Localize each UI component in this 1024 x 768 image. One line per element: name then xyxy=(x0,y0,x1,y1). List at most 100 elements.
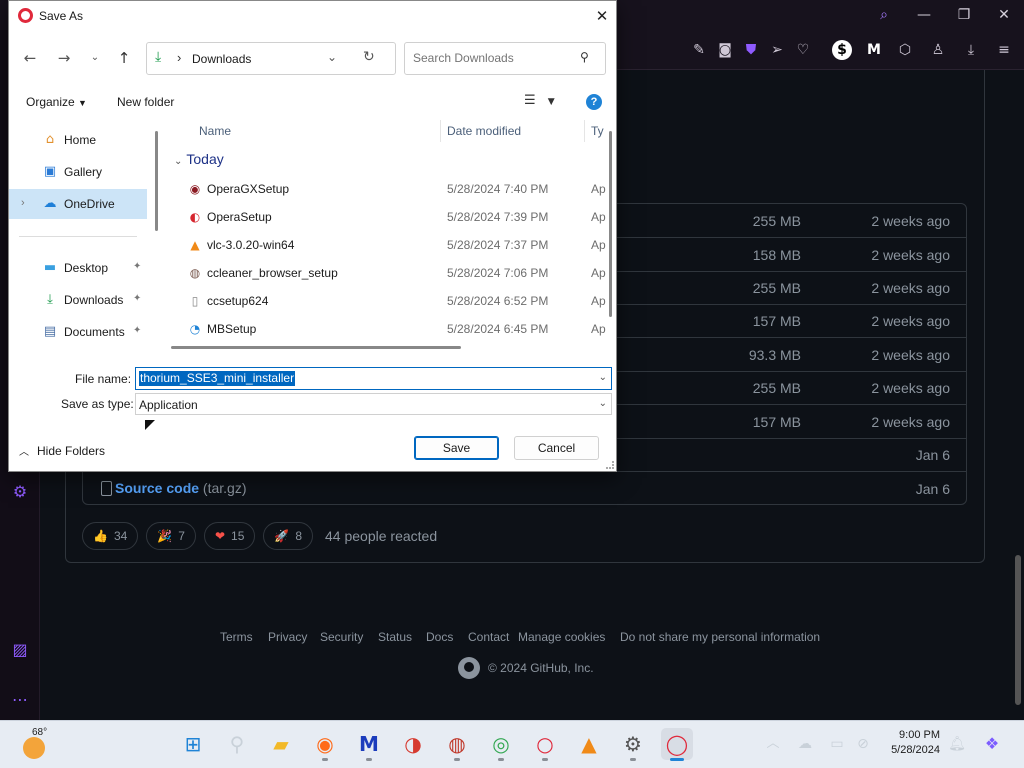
restore-icon[interactable]: ❐ xyxy=(951,4,977,26)
download-icon[interactable]: ⤓ xyxy=(961,40,981,60)
save-button[interactable]: Save xyxy=(414,436,499,460)
nav-item-gallery[interactable]: ▣ Gallery xyxy=(9,157,147,187)
up-icon[interactable]: ↑ xyxy=(113,47,135,69)
cube-icon[interactable]: ⬡ xyxy=(895,40,915,60)
file-row[interactable]: ◍ ccleaner_browser_setup 5/28/2024 7:06 … xyxy=(164,259,609,287)
help-icon[interactable]: ? xyxy=(586,94,602,110)
file-row[interactable]: ▲ vlc-3.0.20-win64 5/28/2024 7:37 PM Ap xyxy=(164,231,609,259)
file-name-field[interactable]: thorium_SSE3_mini_installer ⌄ xyxy=(135,367,612,390)
close-icon[interactable]: ✕ xyxy=(991,4,1017,26)
group-header-today[interactable]: ⌄ Today xyxy=(174,151,224,171)
nav-item-onedrive[interactable]: › ☁ OneDrive xyxy=(9,189,147,219)
shield-icon[interactable]: ⛊ xyxy=(741,40,761,60)
dollar-icon[interactable]: $ xyxy=(832,40,852,60)
new-folder-button[interactable]: New folder xyxy=(117,95,174,109)
page-scroll-thumb[interactable] xyxy=(1015,555,1021,705)
settings-icon[interactable]: ⚙ xyxy=(617,728,649,761)
search-icon[interactable]: ⌕ xyxy=(871,4,897,26)
gallery-icon[interactable]: ▨ xyxy=(8,638,32,662)
footer-link-status[interactable]: Status xyxy=(378,630,412,644)
footer-link-contact[interactable]: Contact xyxy=(468,630,509,644)
nav-item-downloads[interactable]: ⤓ Downloads ✦ xyxy=(9,285,147,315)
collapse-icon[interactable]: ⌄ xyxy=(174,156,182,167)
weather-temp[interactable]: 68° xyxy=(32,727,47,738)
file-list-hscrollbar[interactable] xyxy=(171,346,461,349)
file-row[interactable]: ◉ OperaGXSetup 5/28/2024 7:40 PM Ap xyxy=(164,175,609,203)
chevron-down-icon[interactable]: ⌄ xyxy=(599,372,607,383)
cancel-button[interactable]: Cancel xyxy=(514,436,599,460)
opera-gx-icon[interactable]: ◯ xyxy=(661,728,693,761)
vlc-icon[interactable]: ▲ xyxy=(573,728,605,760)
footer-link-docs[interactable]: Docs xyxy=(426,630,453,644)
search-input[interactable] xyxy=(413,51,573,65)
firefox-icon[interactable]: ◉ xyxy=(309,728,341,761)
save-type-select[interactable]: Application ⌄ xyxy=(135,393,612,415)
malwarebytes-icon[interactable]: M xyxy=(353,728,385,761)
more-icon[interactable]: ⋯ xyxy=(8,688,32,712)
column-name[interactable]: Name xyxy=(199,124,231,150)
chrome-icon[interactable]: ◎ xyxy=(485,728,517,761)
address-bar[interactable]: ⤓ › Downloads ⌄ ↻ xyxy=(146,42,396,75)
footer-link-manage-cookies[interactable]: Manage cookies xyxy=(518,630,605,644)
file-row[interactable]: ◐ OperaSetup 5/28/2024 7:39 PM Ap xyxy=(164,203,609,231)
search-icon[interactable]: ⚲ xyxy=(580,50,589,64)
search-icon[interactable]: ⚲ xyxy=(221,728,253,760)
back-icon[interactable]: ← xyxy=(19,47,41,69)
file-row[interactable]: ▯ ccsetup624 5/28/2024 6:52 PM Ap xyxy=(164,287,609,315)
source-code-link[interactable]: Source code (tar.gz) xyxy=(115,480,247,496)
network-icon[interactable]: ⊘ xyxy=(847,728,879,760)
nav-item-home[interactable]: ⌂ Home xyxy=(9,125,147,155)
reaction-thumbs-up[interactable]: 👍 34 xyxy=(82,522,139,550)
hide-folders-button[interactable]: ︿ Hide Folders xyxy=(19,443,105,458)
account-icon[interactable]: ♙ xyxy=(928,40,948,60)
reaction-rocket[interactable]: 🚀 8 xyxy=(263,522,314,550)
resize-grip-icon[interactable] xyxy=(606,461,614,469)
copilot-icon[interactable]: ❖ xyxy=(976,728,1008,760)
close-icon[interactable]: ✕ xyxy=(591,5,613,27)
forward-icon[interactable]: → xyxy=(53,47,75,69)
asset-row[interactable]: Source code (tar.gz) Jan 6 xyxy=(83,472,966,506)
footer-link-do-not-share[interactable]: Do not share my personal information xyxy=(620,630,820,644)
search-box[interactable]: ⚲ xyxy=(404,42,606,75)
malwarebytes-icon[interactable]: M xyxy=(864,40,884,60)
expand-icon[interactable]: › xyxy=(21,197,25,209)
footer-link-terms[interactable]: Terms xyxy=(220,630,253,644)
onedrive-offline-icon[interactable]: ☁ xyxy=(789,728,821,760)
github-logo-icon[interactable] xyxy=(458,657,480,679)
file-name-value[interactable]: thorium_SSE3_mini_installer xyxy=(139,371,296,386)
camera-icon[interactable]: ◙ xyxy=(715,40,735,60)
nav-scrollbar[interactable] xyxy=(155,131,158,231)
windows-start-icon[interactable]: ⊞ xyxy=(177,728,209,760)
chevron-down-icon[interactable]: ⌄ xyxy=(327,50,337,64)
organize-button[interactable]: Organize ▼ xyxy=(26,95,87,109)
reaction-heart[interactable]: ❤ 15 xyxy=(203,522,256,550)
chevron-up-icon[interactable]: ︿ xyxy=(757,728,789,760)
footer-link-privacy[interactable]: Privacy xyxy=(268,630,307,644)
nav-item-desktop[interactable]: ▬ Desktop ✦ xyxy=(9,253,147,283)
column-type[interactable]: Ty xyxy=(591,124,604,150)
dialog-title-bar[interactable]: Save As ✕ xyxy=(9,1,616,31)
weather-icon[interactable] xyxy=(23,737,45,759)
heart-icon[interactable]: ♡ xyxy=(793,40,813,60)
file-row[interactable]: ◔ MBSetup 5/28/2024 6:45 PM Ap xyxy=(164,315,609,343)
view-options-icon[interactable]: ☰ ▼ xyxy=(524,93,555,108)
file-list-vscrollbar[interactable] xyxy=(609,131,612,317)
edit-icon[interactable]: ✎ xyxy=(689,40,709,60)
recent-locations-icon[interactable]: ⌄ xyxy=(84,47,106,69)
refresh-icon[interactable]: ↻ xyxy=(363,49,375,65)
column-date-modified[interactable]: Date modified xyxy=(447,124,521,150)
footer-link-security[interactable]: Security xyxy=(320,630,363,644)
chevron-down-icon[interactable]: ⌄ xyxy=(599,398,607,409)
address-location[interactable]: Downloads xyxy=(192,52,251,66)
minimize-icon[interactable]: — xyxy=(911,4,937,26)
opera-icon[interactable]: ○ xyxy=(529,728,561,761)
ccleaner-icon[interactable]: ◑ xyxy=(397,728,429,760)
send-icon[interactable]: ➢ xyxy=(767,40,787,60)
ccleaner-browser-icon[interactable]: ◍ xyxy=(441,728,473,761)
nav-item-documents[interactable]: ▤ Documents ✦ xyxy=(9,317,147,347)
column-divider[interactable] xyxy=(440,120,441,142)
file-explorer-icon[interactable]: ▰ xyxy=(265,728,297,760)
column-divider[interactable] xyxy=(584,120,585,142)
menu-icon[interactable]: ≡ xyxy=(994,40,1014,60)
chevron-right-icon[interactable]: › xyxy=(177,50,181,65)
